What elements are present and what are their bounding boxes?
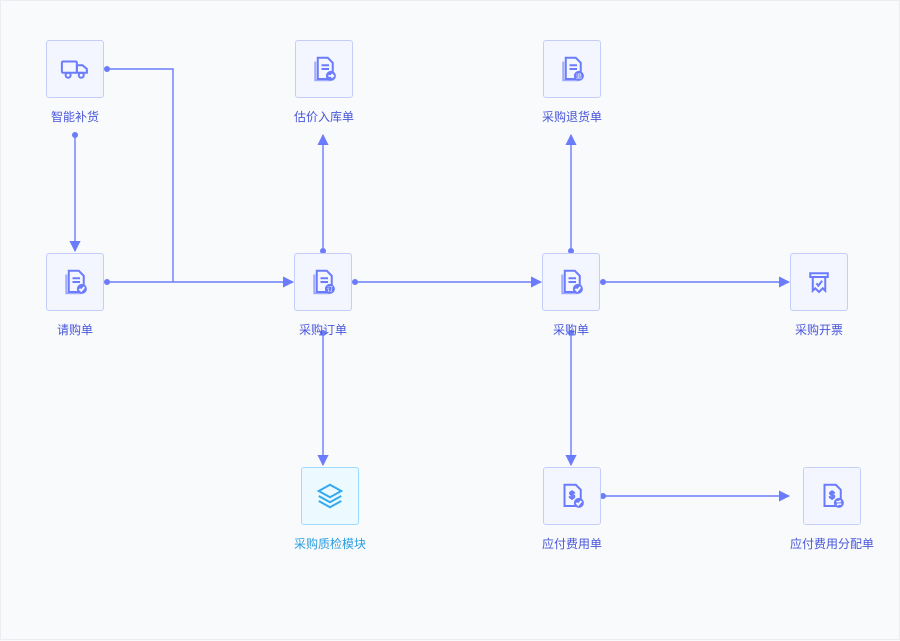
node-label: 采购开票 [795,321,843,338]
svg-text:退: 退 [576,71,583,80]
node-valuation-inbound[interactable]: 估价入库单 [294,40,354,125]
node-label: 应付费用单 [542,535,602,552]
node-label: 采购单 [553,321,589,338]
flow-canvas: 智能补货 估价入库单 退 采购退货单 [1,1,899,639]
receipt-icon [790,253,848,311]
svg-text:$: $ [569,491,575,502]
node-label: 采购订单 [299,321,347,338]
node-label: 估价入库单 [294,108,354,125]
doc-return-icon: 退 [543,40,601,98]
node-requisition[interactable]: 请购单 [46,253,104,338]
node-label: 应付费用分配单 [790,535,874,552]
node-purchase-invoicing[interactable]: 采购开票 [790,253,848,338]
doc-check-icon [542,253,600,311]
doc-money-swap-icon: $ [803,467,861,525]
connector-layer [1,1,900,641]
node-purchase-order[interactable]: 订 采购订单 [294,253,352,338]
node-purchase-return[interactable]: 退 采购退货单 [542,40,602,125]
svg-text:$: $ [829,491,835,502]
truck-icon [46,40,104,98]
node-label: 采购退货单 [542,108,602,125]
node-payable-alloc[interactable]: $ 应付费用分配单 [790,467,874,552]
node-label: 智能补货 [51,108,99,125]
node-purchase[interactable]: 采购单 [542,253,600,338]
doc-check-icon [46,253,104,311]
node-payable[interactable]: $ 应付费用单 [542,467,602,552]
doc-money-check-icon: $ [543,467,601,525]
svg-text:订: 订 [327,285,333,293]
doc-arrow-icon [295,40,353,98]
node-label: 请购单 [57,321,93,338]
node-label: 采购质检模块 [294,535,366,552]
doc-order-icon: 订 [294,253,352,311]
stack-icon [301,467,359,525]
node-qc-module[interactable]: 采购质检模块 [294,467,366,552]
node-smart-restock[interactable]: 智能补货 [46,40,104,125]
